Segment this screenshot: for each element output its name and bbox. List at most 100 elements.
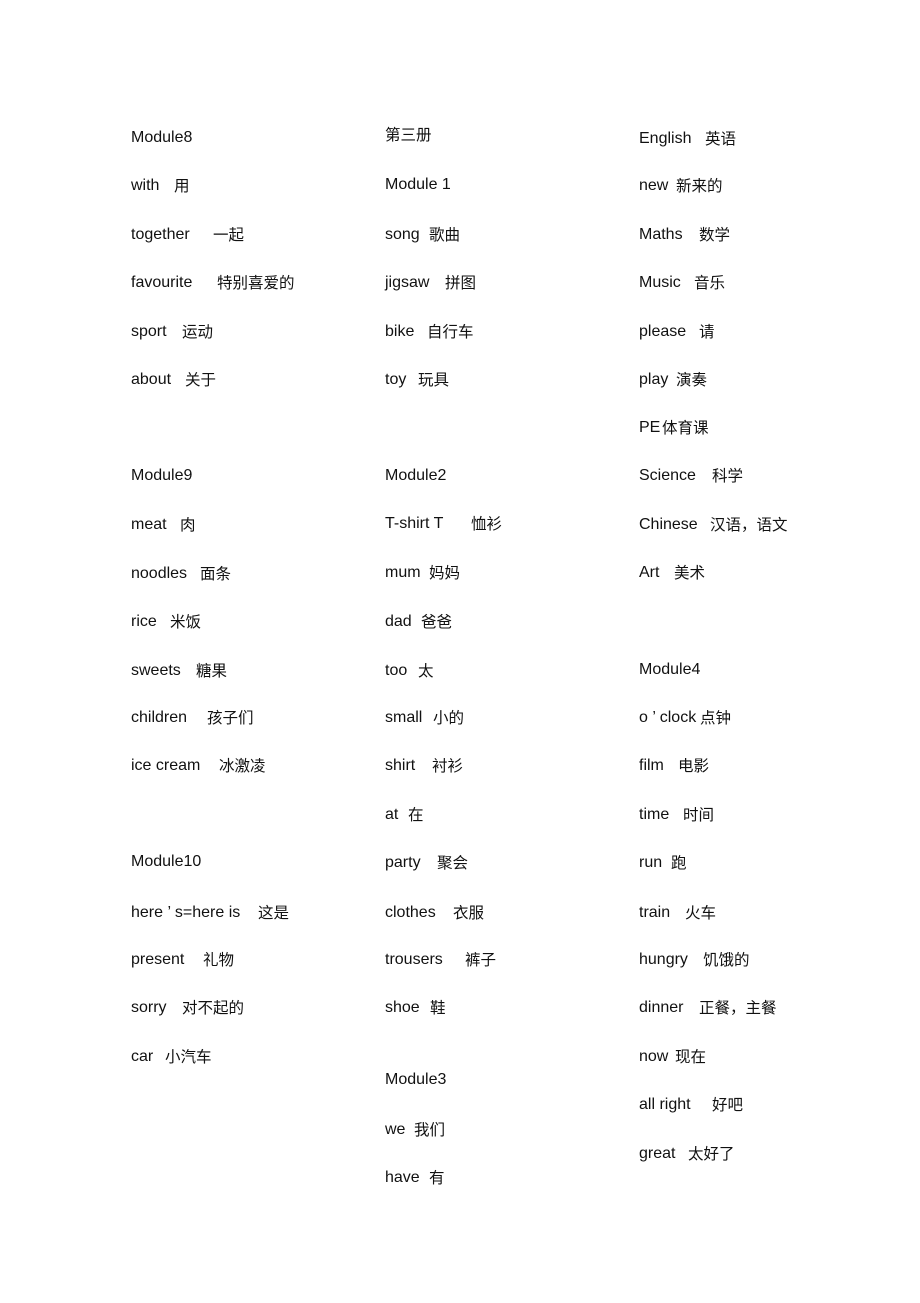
vocab-translation: 运动 (182, 323, 214, 341)
vocab-word: rice (131, 613, 157, 630)
vocab-word: Science (639, 467, 696, 484)
vocab-word: bike (385, 323, 415, 340)
vocab-word: o ’ clock (639, 709, 697, 726)
vocab-translation: 礼物 (203, 951, 235, 969)
vocab-translation: 面条 (200, 565, 232, 583)
module-heading: Module 1 (385, 176, 451, 193)
vocab-word: favourite (131, 274, 193, 291)
vocab-translation: 裤子 (465, 951, 497, 969)
module-heading: Module3 (385, 1071, 447, 1088)
vocab-translation: 饥饿的 (703, 951, 750, 969)
module-heading: Module2 (385, 467, 447, 484)
vocab-word: Maths (639, 226, 683, 243)
vocab-translation: 我们 (414, 1121, 446, 1139)
vocab-word: have (385, 1169, 420, 1186)
vocab-word: time (639, 806, 670, 823)
vocab-word: about (131, 371, 172, 388)
vocab-translation: 恤衫 (471, 515, 503, 533)
vocab-word: here ’ s=here is (131, 904, 241, 921)
vocab-translation: 点钟 (700, 709, 732, 727)
vocab-translation: 体育课 (662, 419, 709, 437)
vocab-word: Chinese (639, 516, 698, 533)
vocab-translation: 正餐，主餐 (699, 999, 777, 1017)
vocab-translation: 小汽车 (165, 1048, 212, 1066)
module-heading: Module4 (639, 661, 701, 678)
vocab-word: trousers (385, 951, 443, 968)
vocab-translation: 用 (174, 177, 190, 195)
vocab-translation: 汉语，语文 (710, 516, 788, 534)
vocab-word: hungry (639, 951, 688, 968)
book-heading: 第三册 (385, 126, 432, 144)
vocab-word: play (639, 371, 669, 388)
vocab-translation: 音乐 (694, 274, 726, 292)
vocab-translation: 爸爸 (421, 613, 453, 631)
vocab-translation: 米饭 (170, 613, 202, 631)
vocab-word: shirt (385, 757, 416, 774)
vocab-word: mum (385, 564, 421, 581)
vocab-word: toy (385, 371, 407, 388)
vocab-word: Art (639, 564, 660, 581)
vocab-word: English (639, 130, 692, 147)
vocab-word: dad (385, 613, 412, 630)
vocab-translation: 妈妈 (429, 564, 461, 582)
vocab-translation: 鞋 (430, 999, 446, 1017)
vocab-word: dinner (639, 999, 684, 1016)
module-heading: Module10 (131, 853, 202, 870)
vocab-word: shoe (385, 999, 420, 1016)
vocab-translation: 演奏 (676, 371, 708, 389)
vocab-translation: 好吧 (712, 1096, 744, 1114)
module-heading: Module8 (131, 129, 193, 146)
vocab-translation: 玩具 (418, 371, 450, 389)
vocab-word: song (385, 226, 420, 243)
vocab-word: new (639, 177, 669, 194)
vocab-translation: 数学 (699, 226, 731, 244)
vocab-translation: 这是 (258, 904, 290, 922)
vocab-translation: 小的 (433, 709, 465, 727)
vocab-translation: 跑 (671, 854, 687, 872)
vocab-translation: 拼图 (445, 274, 477, 292)
vocab-translation: 太 (418, 662, 434, 680)
vocab-word: clothes (385, 904, 436, 921)
vocab-translation: 英语 (705, 130, 737, 148)
vocab-translation: 冰激凌 (219, 757, 266, 775)
vocab-translation: 特别喜爱的 (217, 274, 295, 292)
module-heading: Module9 (131, 467, 193, 484)
vocab-word: small (385, 709, 423, 726)
vocab-word: all right (639, 1096, 691, 1113)
vocab-word: run (639, 854, 663, 871)
vocab-word: together (131, 226, 190, 243)
vocab-word: great (639, 1145, 676, 1162)
vocab-word: sweets (131, 662, 181, 679)
vocab-word: noodles (131, 565, 188, 582)
vocab-word: please (639, 323, 687, 340)
vocab-word: we (385, 1121, 406, 1138)
vocab-word: with (131, 177, 160, 194)
vocab-translation: 糖果 (196, 662, 228, 680)
vocab-word: film (639, 757, 664, 774)
vocab-word: too (385, 662, 408, 679)
vocab-word: at (385, 806, 399, 823)
vocab-translation: 在 (408, 806, 424, 824)
vocab-word: present (131, 951, 185, 968)
vocab-word: Music (639, 274, 681, 291)
vocab-translation: 衣服 (453, 904, 485, 922)
vocab-word: PE (639, 419, 661, 436)
vocab-translation: 对不起的 (182, 999, 245, 1017)
vocab-translation: 电影 (678, 757, 710, 775)
vocab-translation: 美术 (674, 564, 706, 582)
vocab-word: car (131, 1048, 154, 1065)
vocab-translation: 太好了 (688, 1145, 735, 1163)
vocab-translation: 肉 (180, 516, 196, 534)
vocab-translation: 现在 (675, 1048, 707, 1066)
vocab-translation: 一起 (213, 226, 245, 244)
vocab-translation: 时间 (683, 806, 715, 824)
vocab-translation: 歌曲 (429, 226, 461, 244)
vocab-word: ice cream (131, 757, 201, 774)
vocab-word: children (131, 709, 188, 726)
vocab-word: sport (131, 323, 167, 340)
vocab-translation: 科学 (712, 467, 744, 485)
vocab-word: party (385, 854, 421, 871)
vocab-translation: 衬衫 (432, 757, 464, 775)
vocab-translation: 请 (699, 323, 715, 341)
vocab-translation: 聚会 (437, 854, 469, 872)
